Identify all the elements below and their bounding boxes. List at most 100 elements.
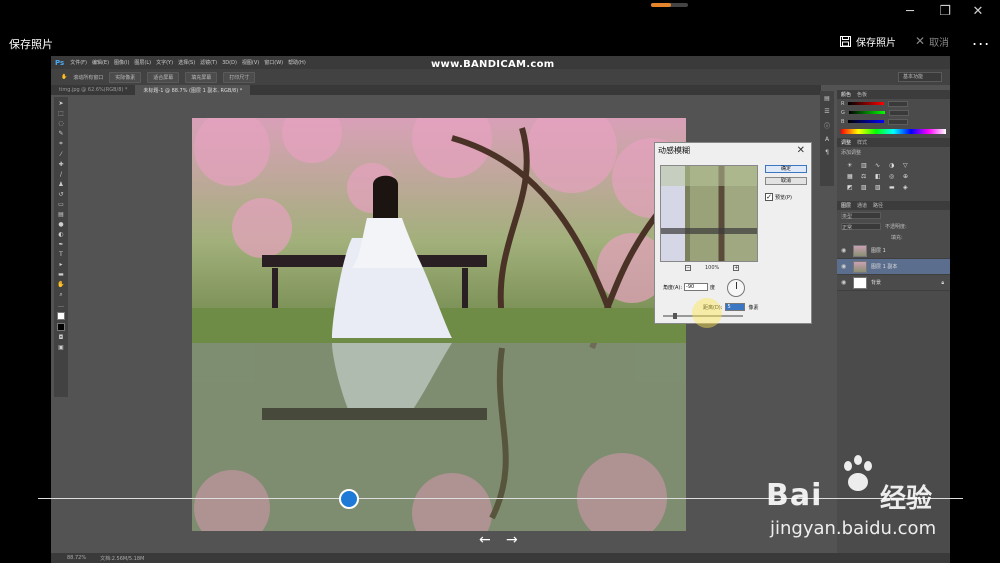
brightness-icon[interactable]: ☀ — [847, 162, 857, 169]
pen-tool-icon[interactable]: ✒ — [58, 241, 63, 248]
option-fill-screen[interactable]: 填充屏幕 — [185, 71, 218, 83]
dialog-cancel-button[interactable]: 取消 — [765, 177, 807, 185]
angle-dial[interactable] — [727, 279, 745, 297]
menu-layer[interactable]: 图层(L) — [134, 59, 151, 66]
screen-mode-icon[interactable]: ▣ — [58, 344, 64, 351]
layer-kind-select[interactable]: 类型 — [841, 212, 881, 220]
more-tools-icon[interactable]: … — [58, 302, 64, 309]
foreground-color[interactable] — [57, 312, 65, 320]
crop-tool-icon[interactable]: ⌗ — [59, 140, 62, 148]
tab-swatches[interactable]: 色板 — [857, 91, 867, 98]
menu-file[interactable]: 文件(F) — [70, 59, 87, 66]
tab-untitled[interactable]: 未标题-1 @ 88.7% (图层 1 副本, RGB/8) * — [135, 85, 251, 95]
tab-adjustments[interactable]: 调整 — [841, 139, 851, 146]
blur-preview[interactable] — [660, 165, 758, 262]
character-icon[interactable]: A — [825, 136, 829, 143]
tab-styles[interactable]: 样式 — [857, 139, 867, 146]
background-color[interactable] — [57, 323, 65, 331]
video-timeline[interactable] — [38, 498, 963, 499]
more-options-button[interactable]: ... — [972, 30, 990, 49]
visibility-eye-icon[interactable]: ◉ — [841, 279, 849, 286]
close-button[interactable]: ✕ — [968, 4, 988, 19]
angle-input[interactable]: -90 — [684, 283, 709, 291]
ok-button[interactable]: 确定 — [765, 165, 807, 173]
tab-color[interactable]: 颜色 — [841, 91, 851, 98]
lasso-tool-icon[interactable]: ◌ — [58, 120, 63, 127]
layer-row[interactable]: ◉ 背景 🔒︎ — [837, 275, 950, 291]
eyedropper-icon[interactable]: ⁄ — [60, 151, 61, 158]
menu-3d[interactable]: 3D(D) — [222, 60, 237, 66]
option-actual-pixels[interactable]: 实际像素 — [109, 71, 142, 83]
distance-input[interactable]: 5 — [725, 303, 746, 311]
option-print-size[interactable]: 打印尺寸 — [223, 71, 256, 83]
stamp-tool-icon[interactable]: ♟ — [58, 181, 63, 188]
hand-tool-icon[interactable]: ✋ — [57, 281, 64, 288]
quick-mask-icon[interactable]: ◘ — [59, 334, 64, 341]
workspace-select[interactable]: 基本功能 — [898, 72, 942, 82]
maximize-button[interactable]: ❐ — [935, 4, 955, 19]
zoom-out-button[interactable]: − — [685, 265, 691, 271]
posterize-icon[interactable]: ▨ — [861, 184, 871, 191]
menu-image[interactable]: 图像(I) — [114, 59, 129, 66]
minimize-button[interactable]: ─ — [900, 4, 920, 19]
selective-color-icon[interactable]: ◈ — [903, 184, 913, 191]
mixer-icon[interactable]: ⊕ — [903, 173, 913, 180]
save-photo-button[interactable]: 保存照片 — [840, 32, 896, 50]
menu-view[interactable]: 视图(V) — [242, 59, 259, 66]
blue-slider[interactable]: B — [837, 117, 950, 126]
dodge-tool-icon[interactable]: ◐ — [58, 231, 63, 238]
info-icon[interactable]: ⓘ — [824, 121, 830, 130]
history-brush-icon[interactable]: ↺ — [58, 191, 63, 198]
blend-mode-select[interactable]: 正常 — [841, 223, 881, 231]
menu-edit[interactable]: 编辑(E) — [92, 59, 109, 66]
paragraph-icon[interactable]: ¶ — [825, 149, 829, 156]
shape-tool-icon[interactable]: ▬ — [58, 271, 64, 278]
prev-arrow-icon[interactable]: ← — [479, 532, 491, 548]
photo-filter-icon[interactable]: ◎ — [889, 173, 899, 180]
healing-brush-icon[interactable]: ✚ — [58, 161, 63, 168]
cancel-button[interactable]: ✕ 取消 — [915, 32, 949, 50]
zoom-in-button[interactable]: + — [733, 265, 740, 271]
tab-channels[interactable]: 通道 — [857, 202, 867, 209]
gradient-map-icon[interactable]: ▬ — [889, 184, 899, 191]
menu-help[interactable]: 帮助(H) — [288, 59, 306, 66]
document-canvas[interactable] — [192, 118, 686, 531]
curves-icon[interactable]: ∿ — [875, 162, 885, 169]
hue-icon[interactable]: ▦ — [847, 173, 857, 180]
eraser-tool-icon[interactable]: ▭ — [58, 201, 64, 208]
tab-paths[interactable]: 路径 — [873, 202, 883, 209]
option-scroll-all[interactable]: 滚动所有窗口 — [73, 74, 103, 81]
option-fit-screen[interactable]: 适合屏幕 — [147, 71, 180, 83]
color-spectrum[interactable] — [841, 129, 946, 134]
hand-tool-icon[interactable]: ✋ — [61, 74, 67, 80]
menu-window[interactable]: 窗口(W) — [264, 59, 283, 66]
exposure-icon[interactable]: ◑ — [889, 162, 899, 169]
vibrance-icon[interactable]: ▽ — [903, 162, 913, 169]
menu-select[interactable]: 选择(S) — [178, 59, 195, 66]
visibility-eye-icon[interactable]: ◉ — [841, 247, 849, 254]
invert-icon[interactable]: ◩ — [847, 184, 857, 191]
marquee-tool-icon[interactable]: ⬚ — [58, 110, 64, 117]
menu-filter[interactable]: 滤镜(T) — [200, 59, 217, 66]
menu-type[interactable]: 文字(Y) — [156, 59, 173, 66]
red-slider[interactable]: R — [837, 99, 950, 108]
bw-icon[interactable]: ◧ — [875, 173, 885, 180]
dialog-close-icon[interactable]: ✕ — [797, 145, 805, 156]
path-select-icon[interactable]: ▸ — [59, 261, 62, 268]
move-tool-icon[interactable]: ➤ — [58, 100, 63, 107]
visibility-eye-icon[interactable]: ◉ — [841, 263, 849, 270]
layer-row[interactable]: ◉ 图层 1 — [837, 243, 950, 259]
type-tool-icon[interactable]: T — [59, 251, 63, 258]
timeline-knob[interactable] — [339, 489, 359, 509]
zoom-tool-icon[interactable]: ⌕ — [59, 291, 62, 299]
threshold-icon[interactable]: ▧ — [875, 184, 885, 191]
brush-tool-icon[interactable]: / — [60, 171, 62, 178]
tab-layers[interactable]: 图层 — [841, 202, 851, 209]
properties-icon[interactable]: ☰ — [824, 108, 829, 115]
preview-checkbox[interactable]: ✓ 预览(P) — [765, 193, 792, 201]
layer-row-active[interactable]: ◉ 图层 1 副本 — [837, 259, 950, 275]
history-icon[interactable]: ▤ — [824, 95, 830, 102]
next-arrow-icon[interactable]: → — [506, 532, 518, 548]
quick-select-icon[interactable]: ✎ — [58, 130, 63, 137]
gradient-tool-icon[interactable]: ▤ — [58, 211, 64, 218]
